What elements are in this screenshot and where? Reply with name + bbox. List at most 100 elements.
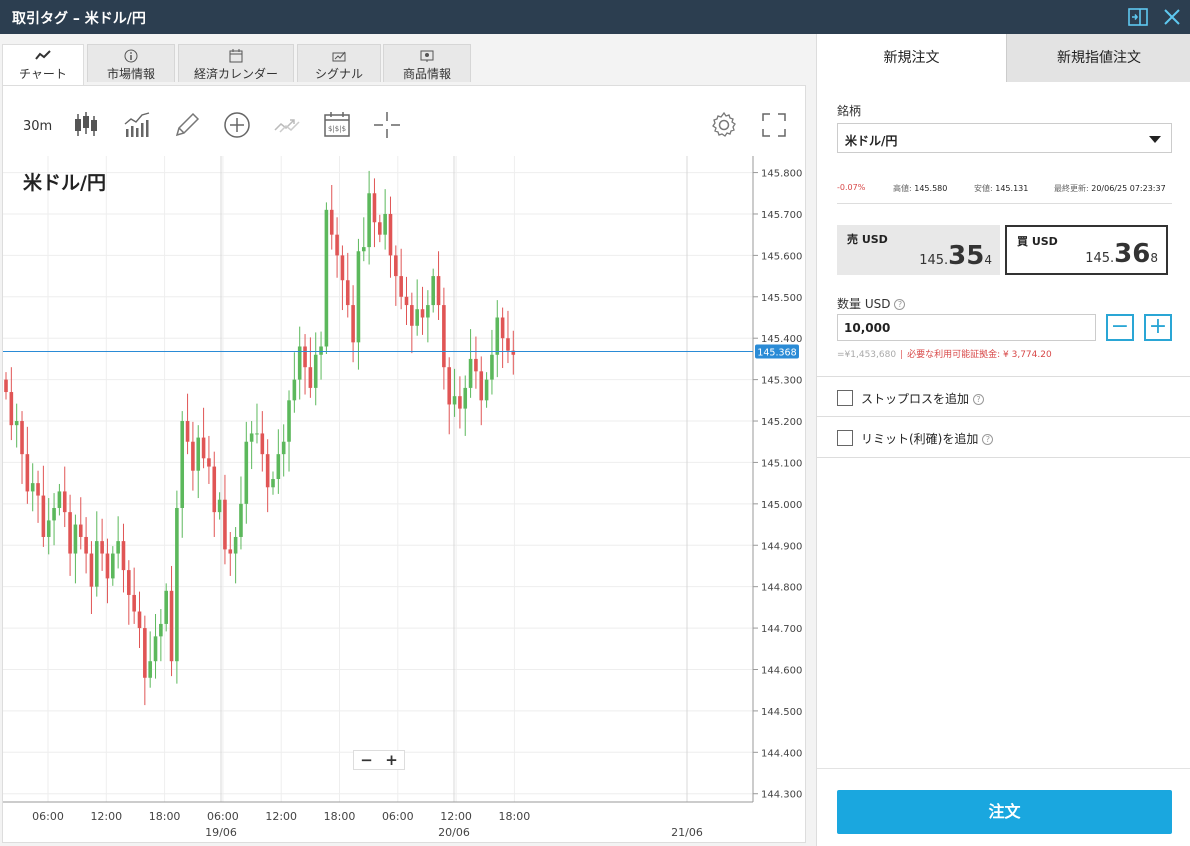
candle-body [351,305,355,343]
quantity-input[interactable]: 10,000 [837,314,1096,341]
candle-body [228,549,233,554]
chart-toolbar: 30m $|$|$ [3,86,805,156]
submit-order-button[interactable]: 注文 [837,790,1172,834]
candle-body [255,433,259,435]
tab-product-info[interactable]: 商品情報 [383,44,471,82]
candle-body [404,296,409,306]
candle-body [30,483,35,492]
indicators-icon[interactable] [122,110,152,140]
candle-body [394,255,398,277]
detach-icon[interactable] [1126,5,1150,29]
tab-new-limit-order[interactable]: 新規指値注文 [1006,34,1190,82]
tab-signal[interactable]: シグナル [297,44,381,82]
quantity-decrease-button[interactable]: − [1106,314,1134,341]
quantity-increase-button[interactable]: + [1144,314,1172,341]
x-tick-label: 06:00 [382,810,414,823]
sell-price-button[interactable]: 売 USD 145.354 [837,225,1000,275]
stop-loss-label-row: ストップロスを追加? [861,390,985,407]
candle-body [292,379,297,401]
tab-new-order[interactable]: 新規注文 [817,34,1006,82]
chart-area: 30m $|$|$ 145.800 145.700 145.600 145.50… [2,85,806,843]
y-tick-label: 145.100 [761,458,802,469]
calendar-events-icon[interactable]: $|$|$ [322,110,352,140]
x-date-label: 21/06 [671,826,703,839]
candle-body [68,512,72,554]
tab-chart[interactable]: チャート [2,44,84,85]
candle-body [367,193,371,248]
y-tick-label: 145.500 [761,293,802,304]
tab-label: チャート [19,67,67,81]
candlestick-icon[interactable] [71,110,101,140]
tab-economic-calendar[interactable]: 経済カレンダー [178,44,294,82]
candle-body [105,553,110,579]
x-tick-label: 18:00 [324,810,356,823]
title-bar: 取引タグ – 米ドル/円 [0,0,1190,34]
candle-body [25,454,30,492]
candle-body [94,541,99,587]
notional-value: =¥1,453,680 [837,350,897,360]
candle-body [436,276,441,306]
draw-pencil-icon[interactable] [172,110,202,140]
limit-checkbox[interactable] [837,430,853,446]
buy-price-button[interactable]: 買 USD 145.368 [1005,225,1168,275]
crosshair-icon[interactable] [372,110,402,140]
zoom-in-button[interactable]: + [379,751,404,769]
divider [817,416,1190,417]
candle-body [426,305,430,318]
period-selector[interactable]: 30m [23,119,53,149]
candle-body [20,421,24,455]
settings-gear-icon[interactable] [709,110,739,140]
limit-label-row: リミット(利確)を追加? [861,430,994,447]
close-icon[interactable] [1160,5,1184,29]
symbol-select[interactable]: 米ドル/円 [837,123,1172,153]
high-label: 高値: [893,184,912,193]
compare-icon[interactable] [272,110,302,140]
x-tick-label: 18:00 [499,810,531,823]
help-icon[interactable]: ? [894,299,906,310]
y-tick-label: 145.700 [761,210,802,221]
sell-price-pips: 35 [948,241,985,271]
candle-body [378,222,382,235]
margin-info: =¥1,453,680 | 必要な利用可能証拠金: ¥ 3,774.20 [837,347,1052,360]
candle-body [329,209,334,235]
required-margin: 必要な利用可能証拠金: ¥ 3,774.20 [907,350,1052,360]
low-price: 安値: 145.131 [974,183,1028,194]
candle-body [239,503,243,537]
tab-label: シグナル [314,67,363,81]
help-icon[interactable]: ? [982,434,994,445]
zoom-out-button[interactable]: − [354,751,379,769]
y-tick-label: 144.800 [761,583,802,594]
candlestick-chart[interactable]: 145.800 145.700 145.600 145.500 145.400 145.3… [3,156,805,844]
candle-body [111,553,115,579]
buy-price-pips: 36 [1114,239,1151,269]
candle-body [345,280,350,306]
stop-loss-checkbox[interactable] [837,390,853,406]
fullscreen-icon[interactable] [759,110,789,140]
candle-body [260,433,265,455]
candle-body [372,193,377,223]
tab-market-info[interactable]: 市場情報 [87,44,175,82]
add-circle-icon[interactable] [222,110,252,140]
candle-body [415,309,419,326]
candle-body [89,553,94,587]
x-tick-label: 12:00 [265,810,297,823]
candle-body [463,387,468,409]
candle-body [324,209,329,347]
y-tick-label: 144.600 [761,665,802,676]
candle-body [420,309,425,318]
divider [817,376,1190,377]
chart-panel: チャート 市場情報 経済カレンダー シグナル 商品情報 30m $|$|$ 14… [0,34,816,846]
help-icon[interactable]: ? [973,394,985,405]
candle-body [479,371,484,401]
candle-body [468,358,473,388]
updated-label: 最終更新: [1054,184,1089,193]
x-tick-label: 06:00 [207,810,239,823]
candle-body [287,400,291,442]
y-tick-label: 145.300 [761,376,802,387]
y-tick-label: 145.800 [761,169,802,180]
separator: | [900,350,904,360]
candle-body [207,458,211,467]
window-title: 取引タグ – 米ドル/円 [12,11,146,27]
candle-body [490,354,494,380]
price-chart[interactable]: 145.800 145.700 145.600 145.500 145.400 145.3… [3,156,805,844]
